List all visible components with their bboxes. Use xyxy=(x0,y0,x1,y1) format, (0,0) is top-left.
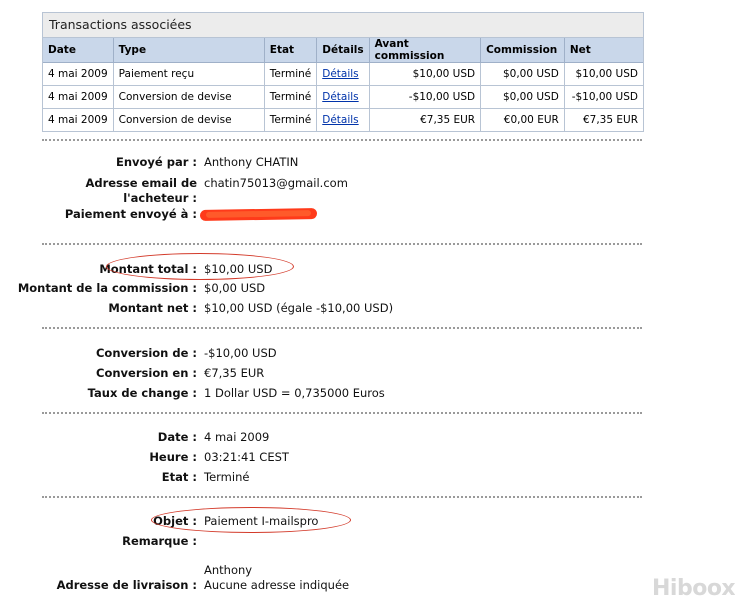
cell-net: -$10,00 USD xyxy=(564,85,643,109)
cell-type: Conversion de devise xyxy=(113,108,265,132)
col-header-commission: Commission xyxy=(480,38,565,63)
transactions-caption: Transactions associées xyxy=(43,13,643,38)
cell-date: 4 mai 2009 xyxy=(43,108,114,132)
cell-commission: €0,00 EUR xyxy=(480,108,565,132)
buyer-email-label-line2: l'acheteur : xyxy=(123,191,197,205)
col-header-net: Net xyxy=(564,38,643,63)
table-row: 4 mai 2009 Paiement reçu Terminé Détails… xyxy=(43,62,643,86)
conversion-from-label: Conversion de : xyxy=(95,346,197,360)
time-label: Heure : xyxy=(149,450,197,464)
cell-avant-commission: €7,35 EUR xyxy=(369,108,482,132)
net-amount-value: $10,00 USD (égale -$10,00 USD) xyxy=(204,301,394,315)
transactions-panel: Transactions associées Date Type Etat Dé… xyxy=(42,12,644,132)
section-divider xyxy=(42,327,642,329)
col-header-avant-commission: Avant commission xyxy=(369,38,482,63)
remark-label: Remarque : xyxy=(122,534,197,548)
cell-commission: $0,00 USD xyxy=(480,62,565,86)
shipping-address-value: Aucune adresse indiquée xyxy=(204,578,350,592)
cell-etat: Terminé xyxy=(264,108,318,132)
hiboox-watermark: Hiboox xyxy=(652,576,735,601)
buyer-email-value: chatin75013@gmail.com xyxy=(204,176,348,190)
cell-avant-commission: -$10,00 USD xyxy=(369,85,482,109)
section-divider xyxy=(42,412,642,414)
col-header-type: Type xyxy=(113,38,265,63)
sent-by-label: Envoyé par : xyxy=(115,155,197,169)
buyer-email-label-line1: Adresse email de xyxy=(85,176,197,190)
sent-to-label: Paiement envoyé à : xyxy=(64,207,197,221)
details-link[interactable]: Détails xyxy=(322,114,358,126)
table-header-row: Date Type Etat Détails Avant commission … xyxy=(43,38,643,63)
cell-net: €7,35 EUR xyxy=(564,108,643,132)
status-label: Etat : xyxy=(161,470,197,484)
table-row: 4 mai 2009 Conversion de devise Terminé … xyxy=(43,85,643,109)
shipping-address-label: Adresse de livraison : xyxy=(56,578,197,592)
section-divider xyxy=(42,243,642,245)
cell-details: Détails xyxy=(316,85,370,109)
conversion-to-value: €7,35 EUR xyxy=(204,366,265,380)
cell-details: Détails xyxy=(316,62,370,86)
annotation-circle xyxy=(106,253,294,280)
commission-amount-value: $0,00 USD xyxy=(204,281,266,295)
transactions-table: Date Type Etat Détails Avant commission … xyxy=(43,38,643,132)
net-amount-label: Montant net : xyxy=(108,301,197,315)
exchange-rate-value: 1 Dollar USD = 0,735000 Euros xyxy=(204,386,385,400)
section-divider xyxy=(42,139,642,141)
exchange-rate-label: Taux de change : xyxy=(87,386,197,400)
status-value: Terminé xyxy=(204,470,250,484)
annotation-circle xyxy=(151,507,351,533)
cell-commission: $0,00 USD xyxy=(480,85,565,109)
details-link[interactable]: Détails xyxy=(322,91,358,103)
conversion-to-label: Conversion en : xyxy=(96,366,197,380)
cell-details: Détails xyxy=(316,108,370,132)
col-header-date: Date xyxy=(43,38,114,63)
sent-by-value: Anthony CHATIN xyxy=(204,155,299,169)
col-header-details: Détails xyxy=(316,38,370,63)
cell-etat: Terminé xyxy=(264,85,318,109)
time-value: 03:21:41 CEST xyxy=(204,450,289,464)
table-row: 4 mai 2009 Conversion de devise Terminé … xyxy=(43,108,643,132)
cell-etat: Terminé xyxy=(264,62,318,86)
date-label: Date : xyxy=(157,430,197,444)
shipping-name: Anthony xyxy=(204,563,253,577)
cell-type: Paiement reçu xyxy=(113,62,265,86)
col-header-etat: Etat xyxy=(264,38,318,63)
details-link[interactable]: Détails xyxy=(322,68,358,80)
date-value: 4 mai 2009 xyxy=(204,430,270,444)
cell-date: 4 mai 2009 xyxy=(43,62,114,86)
cell-type: Conversion de devise xyxy=(113,85,265,109)
cell-avant-commission: $10,00 USD xyxy=(369,62,482,86)
cell-date: 4 mai 2009 xyxy=(43,85,114,109)
cell-net: $10,00 USD xyxy=(564,62,643,86)
commission-amount-label: Montant de la commission : xyxy=(17,281,197,295)
conversion-from-value: -$10,00 USD xyxy=(204,346,277,360)
section-divider xyxy=(42,496,642,498)
redaction-mark xyxy=(199,207,318,222)
